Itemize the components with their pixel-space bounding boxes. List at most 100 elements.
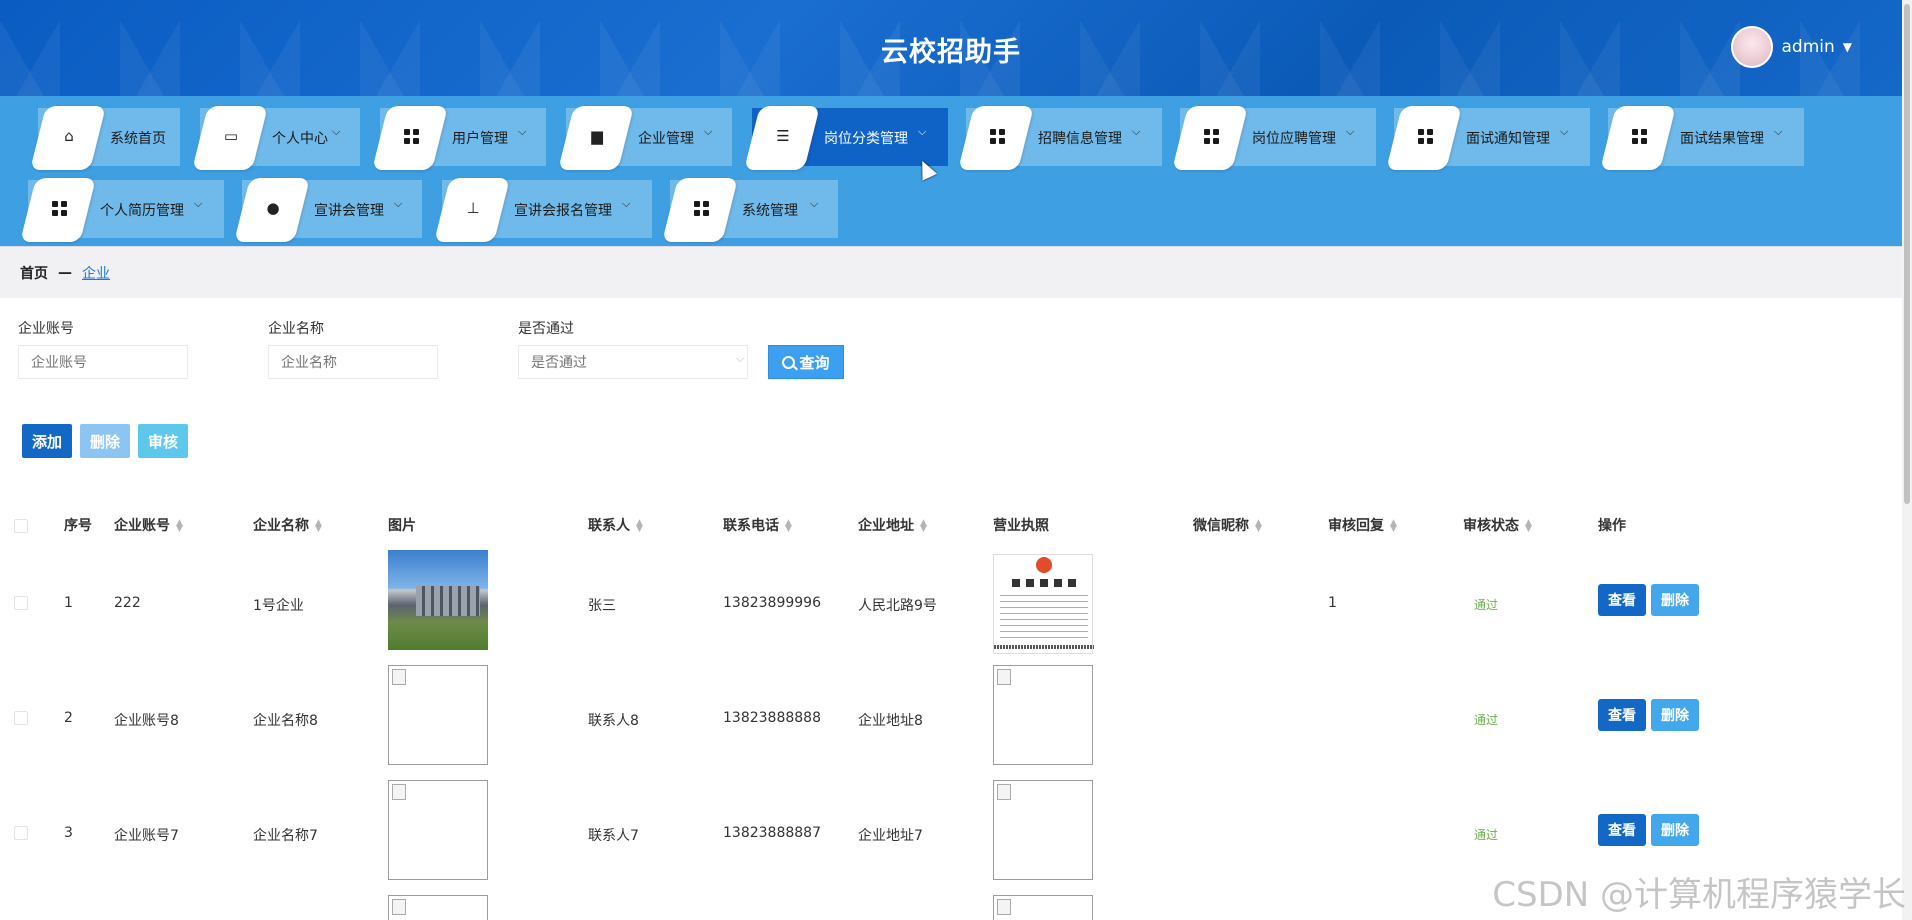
th-contact-label: 联系人 bbox=[588, 518, 630, 534]
home-icon: ⌂ bbox=[64, 127, 74, 145]
nav-item-home[interactable]: ⌂ 系统首页 bbox=[30, 106, 180, 170]
bulk-delete-button[interactable]: 删除 bbox=[80, 424, 130, 458]
th-phone[interactable]: 联系电话 ▲ ▼ bbox=[723, 515, 792, 535]
grid-icon bbox=[1630, 127, 1648, 145]
broken-image-icon bbox=[392, 669, 406, 685]
row-checkbox[interactable] bbox=[14, 826, 28, 840]
sort-icon[interactable]: ▲ ▼ bbox=[315, 519, 322, 534]
nav-item-interview-result[interactable]: 面试结果管理 ⌵ bbox=[1600, 106, 1804, 170]
page-scrollbar[interactable] bbox=[1902, 0, 1912, 920]
nav-item-seminar[interactable]: ● 宣讲会管理 ⌵ bbox=[234, 178, 422, 242]
view-button[interactable]: 查看 bbox=[1598, 699, 1646, 731]
sort-icon[interactable]: ▲ ▼ bbox=[785, 519, 792, 534]
cell-contact: 张三 bbox=[588, 598, 616, 614]
nav-item-resume[interactable]: 个人简历管理 ⌵ bbox=[20, 178, 224, 242]
th-account-label: 企业账号 bbox=[114, 518, 170, 534]
user-name[interactable]: admin bbox=[1781, 37, 1834, 57]
enterprise-photo[interactable] bbox=[388, 550, 488, 650]
th-status[interactable]: 审核状态 ▲ ▼ bbox=[1463, 515, 1532, 535]
enterprise-photo[interactable] bbox=[388, 665, 488, 765]
nav-item-system[interactable]: 系统管理 ⌵ bbox=[662, 178, 838, 242]
review-button[interactable]: 审核 bbox=[138, 424, 188, 458]
grid-icon bbox=[1416, 127, 1434, 145]
th-address-label: 企业地址 bbox=[858, 518, 914, 534]
nav-item-seminar-signup[interactable]: ⊥ 宣讲会报名管理 ⌵ bbox=[434, 178, 652, 242]
name-search-input[interactable] bbox=[268, 345, 438, 379]
nav-item-job-category[interactable]: ☰ 岗位分类管理 ⌵ bbox=[744, 106, 948, 170]
cell-address: 企业地址8 bbox=[858, 713, 923, 729]
delete-button[interactable]: 删除 bbox=[1651, 584, 1699, 616]
th-account[interactable]: 企业账号 ▲ ▼ bbox=[114, 515, 183, 535]
breadcrumb-current[interactable]: 企业 bbox=[82, 263, 110, 283]
view-button[interactable]: 查看 bbox=[1598, 814, 1646, 846]
broken-image-icon bbox=[997, 669, 1011, 685]
grid-icon bbox=[50, 199, 68, 217]
th-address[interactable]: 企业地址 ▲ ▼ bbox=[858, 515, 927, 535]
status-badge: 通过 bbox=[1474, 828, 1499, 842]
chevron-down-icon: ⌵ bbox=[1560, 125, 1569, 138]
chevron-down-icon: ⌵ bbox=[810, 197, 819, 210]
cell-name: 1号企业 bbox=[253, 598, 304, 614]
breadcrumb-home[interactable]: 首页 bbox=[20, 263, 48, 283]
account-label: 企业账号 bbox=[18, 321, 74, 337]
avatar[interactable] bbox=[1731, 26, 1774, 68]
sort-icon[interactable]: ▲ ▼ bbox=[636, 519, 643, 534]
sort-icon[interactable]: ▲ ▼ bbox=[176, 519, 183, 534]
sliders-icon: ☰ bbox=[776, 127, 790, 145]
scrollbar-thumb[interactable] bbox=[1904, 4, 1910, 504]
view-button[interactable]: 查看 bbox=[1598, 584, 1646, 616]
chevron-down-icon: ⌵ bbox=[1346, 125, 1355, 138]
row-checkbox[interactable] bbox=[14, 596, 28, 610]
chevron-down-icon: ⌵ bbox=[394, 197, 403, 210]
chevron-down-icon: ⌵ bbox=[622, 197, 631, 210]
nav-item-personal-center[interactable]: ▭ 个人中心 ⌵ bbox=[192, 106, 360, 170]
account-search-input[interactable] bbox=[18, 345, 188, 379]
select-all-checkbox[interactable] bbox=[14, 519, 28, 533]
sort-icon[interactable]: ▲ ▼ bbox=[1525, 519, 1532, 534]
caret-down-icon[interactable]: ▼ bbox=[1843, 40, 1852, 54]
sort-icon[interactable]: ▲ ▼ bbox=[920, 519, 927, 534]
user-menu[interactable]: admin ▼ bbox=[1731, 26, 1852, 68]
business-license-image[interactable] bbox=[993, 895, 1093, 920]
cell-phone: 13823899996 bbox=[723, 595, 821, 611]
th-status-label: 审核状态 bbox=[1463, 518, 1519, 534]
nav-item-job-application[interactable]: 岗位应聘管理 ⌵ bbox=[1172, 106, 1376, 170]
delete-button[interactable]: 删除 bbox=[1651, 814, 1699, 846]
chevron-down-icon: ⌵ bbox=[194, 197, 203, 210]
chevron-down-icon[interactable]: ⌵ bbox=[736, 352, 744, 366]
nav-item-label: 宣讲会报名管理 bbox=[514, 203, 612, 219]
nav-item-label: 面试结果管理 bbox=[1680, 131, 1764, 147]
nav-item-label: 招聘信息管理 bbox=[1038, 131, 1122, 147]
delete-button[interactable]: 删除 bbox=[1651, 699, 1699, 731]
th-reply[interactable]: 审核回复 ▲ ▼ bbox=[1328, 515, 1397, 535]
add-button[interactable]: 添加 bbox=[22, 424, 72, 458]
passed-select[interactable] bbox=[518, 345, 748, 379]
breadcrumb: 首页 — 企业 bbox=[0, 246, 1902, 298]
th-ops: 操作 bbox=[1598, 518, 1626, 534]
nav-item-recruitment-info[interactable]: 招聘信息管理 ⌵ bbox=[958, 106, 1162, 170]
nav-item-label: 个人中心 bbox=[272, 131, 328, 147]
nav-item-interview-notice[interactable]: 面试通知管理 ⌵ bbox=[1386, 106, 1590, 170]
th-name[interactable]: 企业名称 ▲ ▼ bbox=[253, 515, 322, 535]
enterprise-photo[interactable] bbox=[388, 895, 488, 920]
enterprise-photo[interactable] bbox=[388, 780, 488, 880]
sort-icon[interactable]: ▲ ▼ bbox=[1390, 519, 1397, 534]
business-license-image[interactable] bbox=[993, 554, 1094, 654]
th-wechat[interactable]: 微信昵称 ▲ ▼ bbox=[1193, 515, 1262, 535]
search-button[interactable]: 查询 bbox=[768, 345, 844, 379]
cell-name: 企业名称7 bbox=[253, 828, 318, 844]
chevron-down-icon: ⌵ bbox=[518, 125, 527, 138]
chevron-down-icon: ⌵ bbox=[1774, 125, 1783, 138]
nav-item-enterprise-management[interactable]: ▆ 企业管理 ⌵ bbox=[558, 106, 732, 170]
business-license-image[interactable] bbox=[993, 665, 1093, 765]
row-checkbox[interactable] bbox=[14, 711, 28, 725]
chevron-down-icon: ⌵ bbox=[332, 125, 341, 138]
cell-index: 2 bbox=[64, 710, 73, 726]
cell-reply: 1 bbox=[1328, 595, 1337, 611]
app-header: 云校招助手 admin ▼ bbox=[0, 0, 1902, 96]
nav-item-user-management[interactable]: 用户管理 ⌵ bbox=[372, 106, 546, 170]
business-license-image[interactable] bbox=[993, 780, 1093, 880]
sort-icon[interactable]: ▲ ▼ bbox=[1255, 519, 1262, 534]
th-contact[interactable]: 联系人 ▲ ▼ bbox=[588, 515, 643, 535]
grid-icon bbox=[988, 127, 1006, 145]
